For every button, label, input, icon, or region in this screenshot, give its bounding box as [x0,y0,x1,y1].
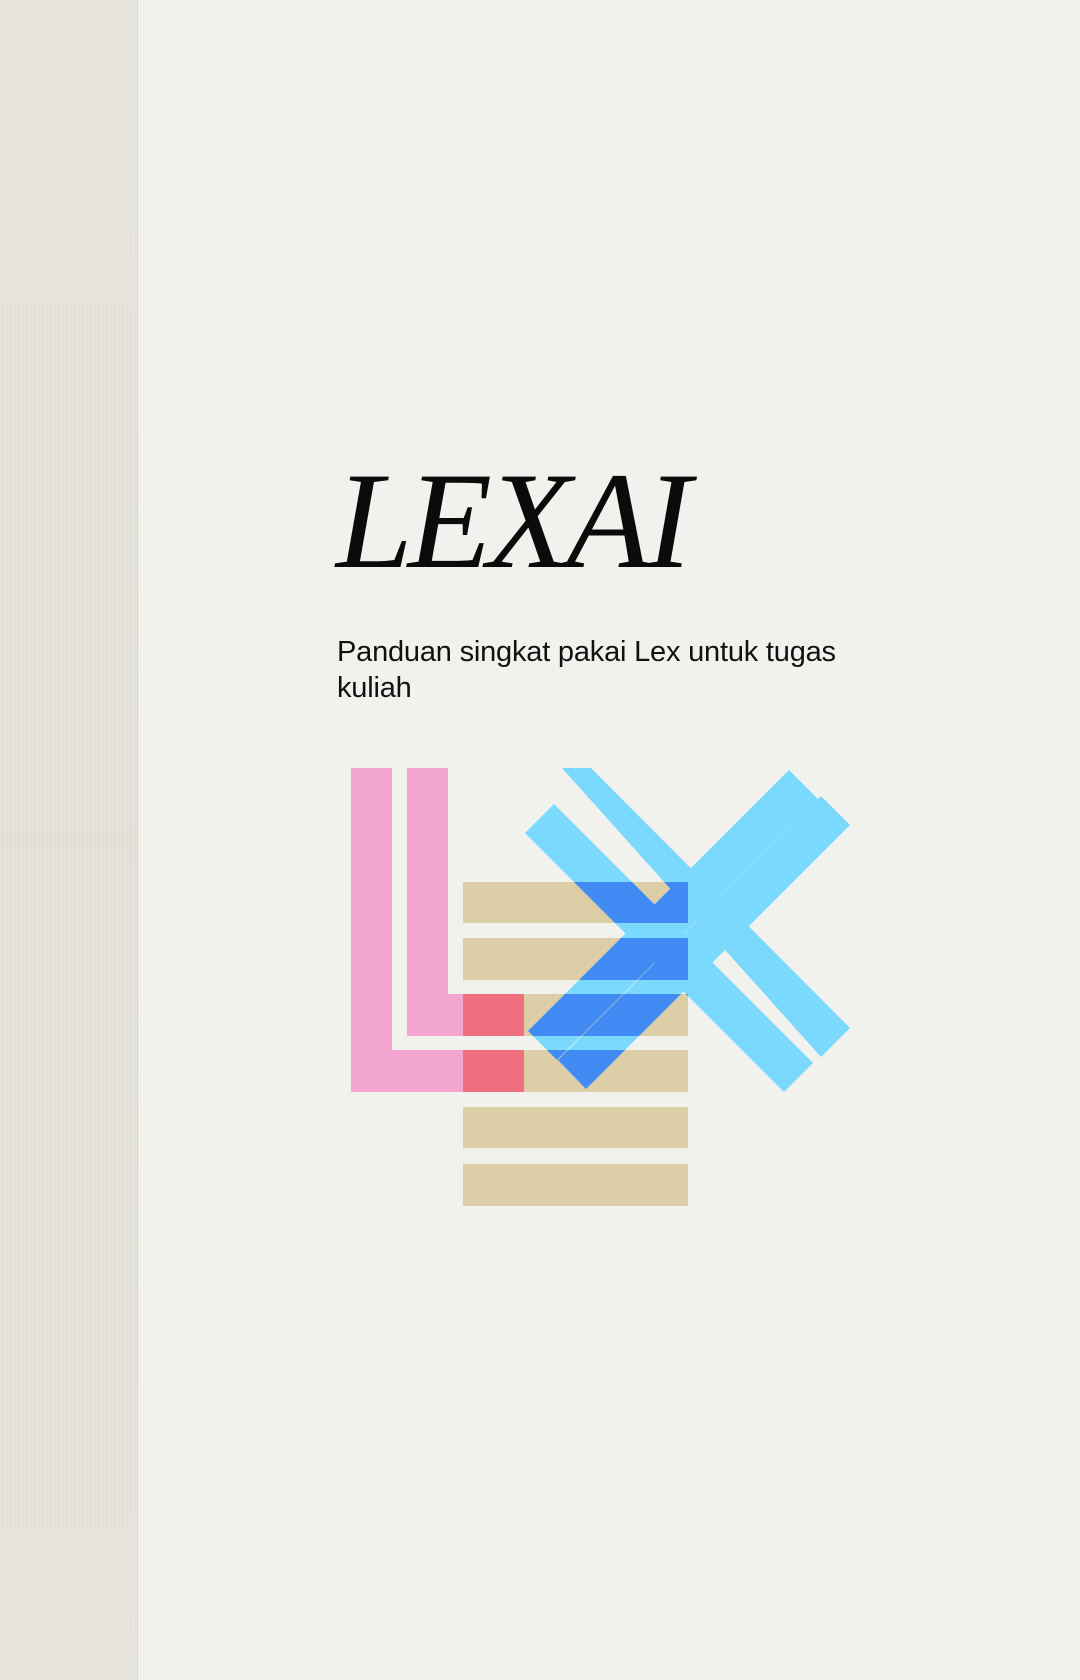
page-title: LEXAI [336,444,692,597]
book-spine [0,0,138,1680]
page-subtitle: Panduan singkat pakai Lex untuk tugas ku… [337,636,836,704]
cover-page [138,0,1080,1680]
